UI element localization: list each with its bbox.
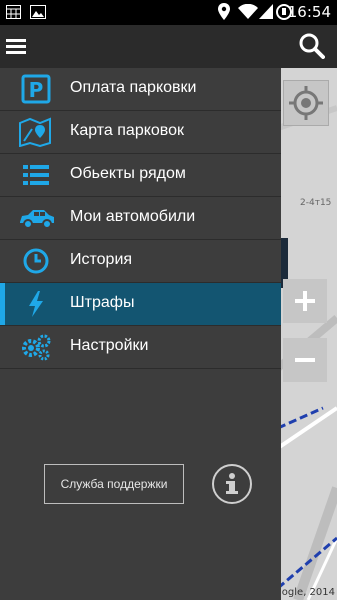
menu-item-label: Оплата парковки	[70, 79, 197, 96]
zoom-out-button[interactable]	[283, 338, 327, 382]
wifi-icon	[238, 4, 258, 19]
gears-icon	[18, 332, 54, 362]
menu-item-history[interactable]: История	[0, 240, 281, 283]
map-icon	[18, 117, 54, 147]
my-location-button[interactable]	[283, 80, 329, 126]
menu-item-settings[interactable]: Настройки	[0, 326, 281, 369]
calendar-icon	[6, 5, 21, 19]
menu-item-nearby[interactable]: Обьекты рядом	[0, 154, 281, 197]
car-icon	[18, 203, 54, 233]
menu-item-parking-map[interactable]: Карта парковок	[0, 111, 281, 154]
search-icon[interactable]	[298, 32, 325, 59]
list-icon	[18, 160, 54, 190]
menu-item-parking-payment[interactable]: P Оплата парковки	[0, 68, 281, 111]
plus-icon	[295, 291, 315, 311]
clock-icon	[18, 246, 54, 276]
map-view[interactable]: 2-4т15 ogle, 2014	[278, 68, 337, 600]
map-attribution: ogle, 2014	[281, 587, 335, 598]
map-roads	[278, 68, 337, 600]
zoom-in-button[interactable]	[283, 279, 327, 323]
menu-item-fines[interactable]: Штрафы	[0, 283, 281, 326]
map-distance-label: 2-4т15	[300, 198, 332, 208]
menu-item-label: Карта парковок	[70, 122, 185, 139]
menu-item-label: Обьекты рядом	[70, 165, 186, 182]
location-icon	[218, 3, 230, 20]
menu-item-label: Настройки	[70, 337, 149, 354]
status-time: 16:54	[287, 3, 331, 21]
lightning-icon	[18, 289, 54, 319]
minus-icon	[295, 358, 315, 362]
info-button[interactable]	[212, 464, 252, 504]
menu-icon[interactable]	[6, 39, 26, 54]
menu-item-my-cars[interactable]: Мои автомобили	[0, 197, 281, 240]
svg-text:P: P	[29, 78, 44, 102]
info-icon	[226, 473, 238, 494]
action-bar	[0, 25, 337, 68]
navigation-drawer: P Оплата парковки Карта парковок Обьекты…	[0, 68, 281, 600]
support-button[interactable]: Служба поддержки	[44, 464, 184, 504]
parking-icon: P	[18, 74, 54, 104]
image-icon	[30, 5, 46, 19]
status-bar: 16:54	[0, 0, 337, 25]
signal-icon	[259, 4, 273, 19]
crosshair-icon	[289, 86, 323, 120]
menu-item-label: История	[70, 251, 133, 268]
menu-item-label: Штрафы	[70, 294, 135, 311]
menu-item-label: Мои автомобили	[70, 208, 196, 225]
